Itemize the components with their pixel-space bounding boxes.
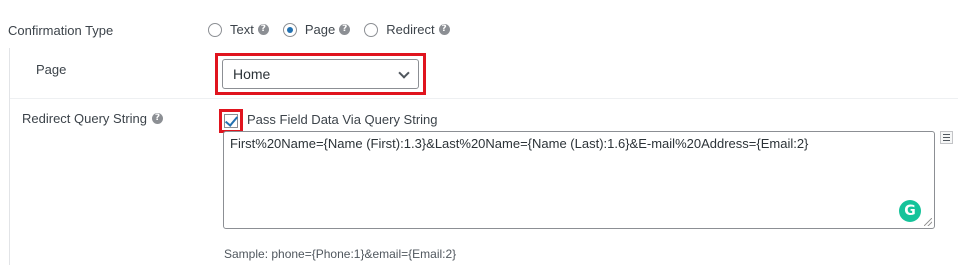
resize-handle[interactable]	[924, 218, 932, 226]
page-select[interactable]: Home	[222, 59, 419, 89]
page-label: Page	[36, 62, 67, 77]
radio-text[interactable]	[208, 22, 222, 37]
chevron-down-icon	[398, 67, 410, 79]
pass-field-data-label[interactable]: Pass Field Data Via Query String	[247, 112, 438, 127]
radio-redirect-label: Redirect	[386, 22, 435, 37]
question-circle-icon[interactable]: ?	[339, 24, 351, 35]
merge-tags-icon[interactable]	[940, 131, 953, 144]
radio-page[interactable]	[282, 22, 297, 37]
radio-option-redirect[interactable]: Redirect ?	[364, 22, 450, 37]
redirect-query-string-label: Redirect Query String	[22, 111, 147, 126]
question-circle-icon[interactable]: ?	[152, 113, 163, 124]
grammarly-icon[interactable]: G	[899, 200, 921, 222]
confirmation-type-radio-group: Text ? Page ? Redirect ?	[208, 22, 464, 37]
radio-text-label: Text	[230, 22, 254, 37]
radio-redirect[interactable]	[364, 22, 379, 37]
radio-option-text[interactable]: Text ?	[208, 22, 269, 37]
question-circle-icon[interactable]: ?	[257, 24, 269, 35]
question-circle-icon[interactable]: ?	[438, 24, 450, 35]
indent-guide	[9, 48, 10, 265]
redirect-query-string-label-wrap: Redirect Query String ?	[22, 111, 163, 126]
radio-option-page[interactable]: Page ?	[282, 22, 351, 37]
page-select-value: Home	[233, 66, 271, 82]
sample-hint: Sample: phone={Phone:1}&email={Email:2}	[224, 247, 457, 261]
row-separator	[10, 98, 958, 99]
query-string-textarea[interactable]: First%20Name={Name (First):1.3}&Last%20N…	[223, 131, 935, 229]
confirmation-type-label: Confirmation Type	[8, 23, 114, 38]
radio-page-label: Page	[304, 22, 336, 37]
pass-field-data-checkbox[interactable]	[224, 114, 238, 128]
